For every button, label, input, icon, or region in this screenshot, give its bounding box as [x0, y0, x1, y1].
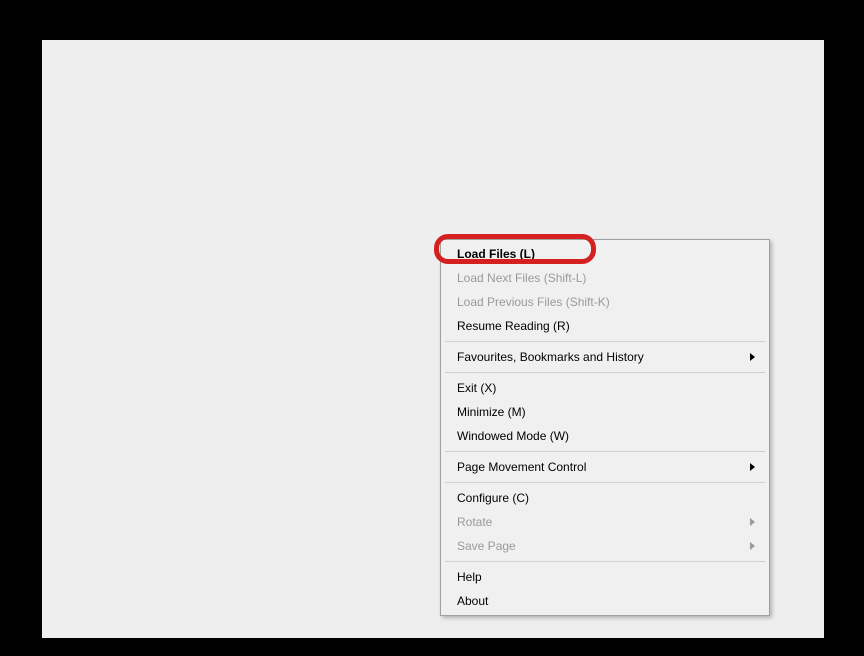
menu-separator [445, 561, 765, 562]
menu-item-help[interactable]: Help [443, 565, 767, 589]
menu-item-label: Resume Reading (R) [457, 318, 570, 334]
menu-item-resume-reading[interactable]: Resume Reading (R) [443, 314, 767, 338]
menu-item-label: Page Movement Control [457, 459, 586, 475]
menu-item-configure[interactable]: Configure (C) [443, 486, 767, 510]
menu-separator [445, 451, 765, 452]
menu-item-about[interactable]: About [443, 589, 767, 613]
menu-item-label: Load Files (L) [457, 246, 535, 262]
menu-item-windowed-mode[interactable]: Windowed Mode (W) [443, 424, 767, 448]
menu-item-label: About [457, 593, 488, 609]
context-menu: Load Files (L) Load Next Files (Shift-L)… [440, 239, 770, 616]
menu-item-favourites-bookmarks-history[interactable]: Favourites, Bookmarks and History [443, 345, 767, 369]
menu-item-rotate: Rotate [443, 510, 767, 534]
menu-item-load-files[interactable]: Load Files (L) [443, 242, 767, 266]
menu-item-minimize[interactable]: Minimize (M) [443, 400, 767, 424]
menu-item-page-movement-control[interactable]: Page Movement Control [443, 455, 767, 479]
submenu-arrow-icon [750, 463, 755, 471]
menu-item-label: Windowed Mode (W) [457, 428, 569, 444]
menu-separator [445, 372, 765, 373]
menu-item-label: Favourites, Bookmarks and History [457, 349, 644, 365]
menu-item-label: Load Previous Files (Shift-K) [457, 294, 610, 310]
menu-item-exit[interactable]: Exit (X) [443, 376, 767, 400]
menu-item-save-page: Save Page [443, 534, 767, 558]
menu-item-label: Save Page [457, 538, 516, 554]
submenu-arrow-icon [750, 353, 755, 361]
menu-item-label: Load Next Files (Shift-L) [457, 270, 586, 286]
menu-item-load-previous-files: Load Previous Files (Shift-K) [443, 290, 767, 314]
menu-separator [445, 482, 765, 483]
menu-item-label: Help [457, 569, 482, 585]
menu-separator [445, 341, 765, 342]
menu-item-label: Exit (X) [457, 380, 496, 396]
menu-item-load-next-files: Load Next Files (Shift-L) [443, 266, 767, 290]
menu-item-label: Rotate [457, 514, 492, 530]
submenu-arrow-icon [750, 542, 755, 550]
menu-item-label: Configure (C) [457, 490, 529, 506]
menu-item-label: Minimize (M) [457, 404, 526, 420]
submenu-arrow-icon [750, 518, 755, 526]
